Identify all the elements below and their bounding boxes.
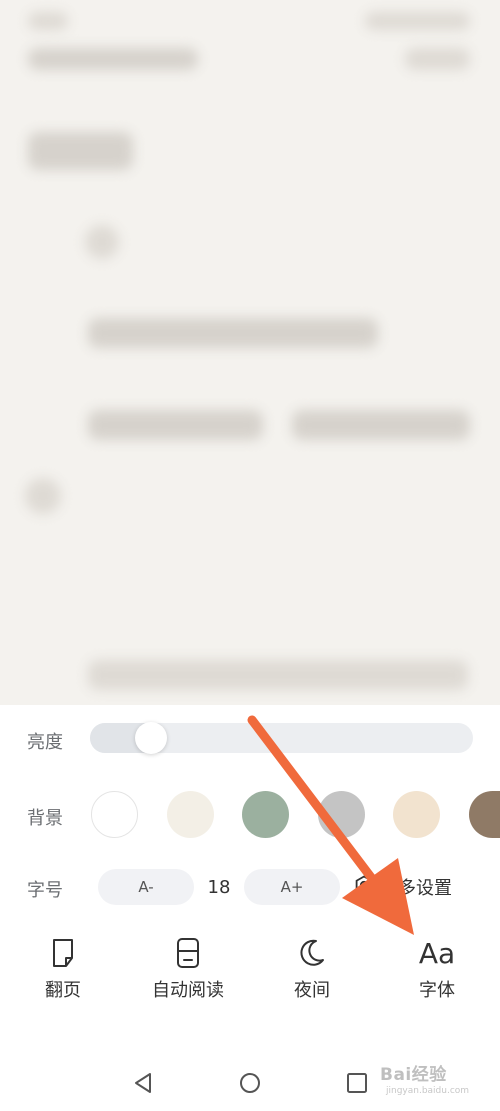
moon-icon bbox=[257, 936, 367, 970]
home-icon[interactable] bbox=[239, 1072, 261, 1098]
font-size-label: 字号 bbox=[27, 880, 63, 901]
back-icon[interactable] bbox=[133, 1072, 153, 1098]
background-swatch-beige[interactable] bbox=[166, 791, 214, 838]
font-size-increase-button[interactable]: A+ bbox=[244, 869, 340, 905]
recents-icon[interactable] bbox=[346, 1072, 368, 1098]
font-size-value: 18 bbox=[207, 877, 231, 898]
watermark-url: jingyan.baidu.com bbox=[386, 1086, 470, 1096]
font-size-decrease-button[interactable]: A- bbox=[98, 869, 194, 905]
background-swatch-white[interactable] bbox=[91, 791, 138, 838]
reader-content-blurred bbox=[0, 0, 500, 705]
settings-gear-icon bbox=[354, 874, 374, 900]
more-settings-button[interactable]: 更多设置 bbox=[354, 872, 452, 902]
auto-read-icon bbox=[133, 936, 243, 970]
font-icon: Aa bbox=[418, 936, 456, 970]
watermark-logo: Bai经验 bbox=[380, 1065, 447, 1085]
brightness-label: 亮度 bbox=[27, 732, 63, 753]
background-swatch-peach[interactable] bbox=[393, 791, 440, 838]
tab-auto-read-label: 自动阅读 bbox=[152, 980, 224, 1001]
tab-font[interactable]: Aa 字体 bbox=[382, 936, 492, 1002]
tab-auto-read[interactable]: 自动阅读 bbox=[133, 936, 243, 1002]
tab-night-mode[interactable]: 夜间 bbox=[257, 936, 367, 1002]
background-swatch-gray[interactable] bbox=[317, 791, 365, 838]
page-turn-icon bbox=[8, 936, 118, 970]
more-settings-label: 更多设置 bbox=[380, 878, 452, 899]
tab-font-label: 字体 bbox=[419, 980, 455, 1001]
background-label: 背景 bbox=[27, 808, 63, 829]
tab-night-mode-label: 夜间 bbox=[294, 980, 330, 1001]
tab-page-turn-label: 翻页 bbox=[45, 980, 81, 1001]
background-swatch-green[interactable] bbox=[242, 791, 289, 838]
tab-page-turn[interactable]: 翻页 bbox=[8, 936, 118, 1002]
